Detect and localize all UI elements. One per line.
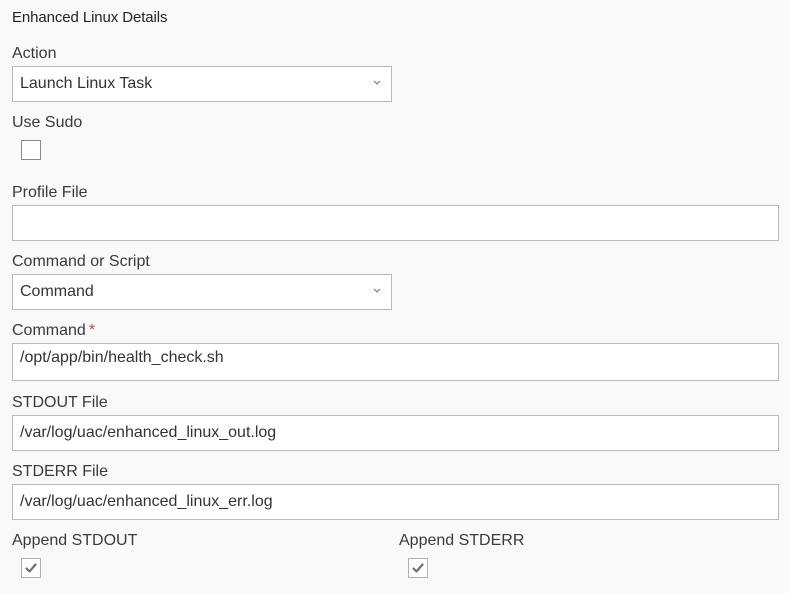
stdout-file-value: /var/log/uac/enhanced_linux_out.log bbox=[20, 424, 277, 441]
chevron-down-icon bbox=[373, 80, 381, 85]
stdout-file-input[interactable]: /var/log/uac/enhanced_linux_out.log bbox=[12, 415, 779, 451]
action-label: Action bbox=[12, 45, 57, 62]
stdout-file-label: STDOUT File bbox=[12, 394, 108, 411]
command-value: /opt/app/bin/health_check.sh bbox=[20, 349, 224, 366]
command-input[interactable]: /opt/app/bin/health_check.sh bbox=[12, 343, 779, 381]
action-select[interactable]: Launch Linux Task bbox=[12, 66, 392, 102]
command-label-text: Command bbox=[12, 322, 86, 339]
section-title: Enhanced Linux Details bbox=[12, 9, 168, 26]
profile-file-label: Profile File bbox=[12, 184, 88, 201]
profile-file-input[interactable] bbox=[12, 205, 779, 241]
stderr-file-value: /var/log/uac/enhanced_linux_err.log bbox=[20, 493, 273, 510]
append-stderr-checkbox[interactable] bbox=[408, 558, 428, 578]
chevron-down-icon bbox=[373, 288, 381, 293]
use-sudo-checkbox[interactable] bbox=[21, 140, 41, 160]
command-or-script-select-value: Command bbox=[20, 283, 94, 300]
check-icon bbox=[25, 563, 37, 573]
check-icon bbox=[412, 563, 424, 573]
required-marker: * bbox=[88, 322, 96, 339]
command-or-script-label: Command or Script bbox=[12, 253, 150, 270]
stderr-file-input[interactable]: /var/log/uac/enhanced_linux_err.log bbox=[12, 484, 779, 520]
command-label: Command * bbox=[12, 322, 95, 340]
append-stdout-label: Append STDOUT bbox=[12, 532, 138, 549]
append-stdout-checkbox[interactable] bbox=[21, 558, 41, 578]
stderr-file-label: STDERR File bbox=[12, 463, 109, 480]
command-or-script-select[interactable]: Command bbox=[12, 274, 392, 310]
use-sudo-label: Use Sudo bbox=[12, 114, 83, 131]
action-select-value: Launch Linux Task bbox=[20, 75, 153, 92]
append-stderr-label: Append STDERR bbox=[399, 532, 525, 549]
